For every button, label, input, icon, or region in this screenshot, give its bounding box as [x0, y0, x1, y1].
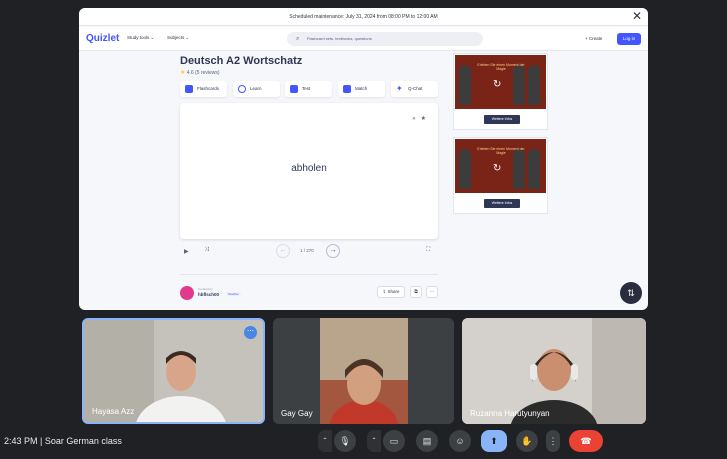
shuffle-icon[interactable]: ⤨ [204, 247, 209, 254]
close-icon[interactable]: ✕ [632, 9, 642, 23]
replay-icon[interactable]: ↻ [493, 79, 501, 90]
share-button[interactable]: ⇪ Share [377, 286, 405, 298]
scroll-arrows-icon[interactable]: ⇅ [620, 282, 642, 304]
mode-label: Q-Chat [408, 86, 423, 91]
copy-button[interactable]: ⧉ [410, 286, 422, 298]
quizlet-header: Quizlet Study tools ⌄ Subjects ⌄ ⌕ Flash… [79, 27, 648, 51]
learn-icon [238, 85, 246, 93]
ad-banner-1[interactable]: Erleben Sie einen Moment der Magie ↻ Wei… [453, 53, 548, 130]
rating-text: 4.6 (5 reviews) [186, 70, 220, 76]
ad-figure [513, 65, 525, 105]
card-controls: ▶ ⤨ ← 1 / 270 → ⛶ [180, 244, 438, 260]
chevron-up-icon[interactable]: ⌃ [367, 430, 381, 452]
more-options-icon[interactable]: ⋮ [546, 430, 560, 452]
participant-name: Gay Gay [281, 409, 313, 418]
card-counter: 1 / 270 [300, 248, 314, 253]
quizlet-logo[interactable]: Quizlet [86, 33, 119, 44]
study-tools-menu[interactable]: Study tools ⌄ [127, 35, 154, 41]
ad-figure [459, 65, 471, 105]
participant-tile[interactable]: ⋯ Hayasa Azz [82, 318, 265, 424]
create-button[interactable]: + Create [585, 36, 602, 41]
share-label: Share [387, 289, 400, 294]
play-icon[interactable]: ▶ [184, 248, 189, 255]
meeting-info: 2:43 PM | Soar German class [4, 436, 122, 446]
microphone-icon[interactable]: 🎙 [334, 430, 356, 452]
mode-label: Test [302, 86, 311, 91]
created-by-label: Created by [198, 287, 213, 291]
search-placeholder: Flashcard sets, textbooks, questions [307, 36, 372, 41]
ad-image: Erleben Sie einen Moment der Magie ↻ [455, 139, 546, 193]
maintenance-banner: Scheduled maintenance: July 31, 2024 fro… [79, 8, 648, 26]
flashcards-icon [185, 85, 193, 93]
star-icon: ★ [180, 70, 186, 76]
avatar[interactable] [180, 286, 194, 300]
participant-name: Hayasa Azz [92, 407, 135, 416]
end-call-icon[interactable]: ☎ [569, 430, 603, 452]
mode-match[interactable]: Match [338, 81, 385, 97]
login-button[interactable]: Log in [617, 33, 641, 45]
mode-label: Flashcards [197, 86, 220, 91]
previous-card-button[interactable]: ← [276, 244, 290, 258]
teacher-badge: Teacher [226, 292, 241, 296]
mode-flashcards[interactable]: Flashcards [180, 81, 227, 97]
subjects-menu[interactable]: Subjects ⌄ [167, 35, 189, 41]
mode-label: Learn [250, 86, 262, 91]
creator-name[interactable]: hbflsch00 [198, 292, 219, 297]
chevron-up-icon[interactable]: ⌃ [318, 430, 332, 452]
more-options-icon[interactable]: ⋯ [244, 326, 257, 339]
fullscreen-icon[interactable]: ⛶ [426, 247, 430, 254]
ad-figure [528, 149, 540, 189]
card-tools: « ★ [412, 115, 426, 122]
mode-qchat[interactable]: ✦ Q-Chat [391, 81, 438, 97]
ad-image: Erleben Sie einen Moment der Magie ↻ [455, 55, 546, 109]
test-icon [290, 85, 298, 93]
card-term: abholen [291, 163, 327, 174]
study-modes: Flashcards Learn Test Match ✦ Q-Chat [180, 81, 438, 97]
shared-screen: Scheduled maintenance: July 31, 2024 fro… [79, 8, 648, 310]
ad-figure [459, 149, 471, 189]
ad-figure [528, 65, 540, 105]
search-input[interactable]: ⌕ Flashcard sets, textbooks, questions [287, 32, 483, 46]
participant-tile[interactable]: Ruzanna Harutyunyan [462, 318, 646, 424]
search-icon: ⌕ [296, 36, 300, 42]
camera-icon[interactable]: ▭ [383, 430, 405, 452]
ad-figure [513, 149, 525, 189]
meet-window: Scheduled maintenance: July 31, 2024 fro… [0, 0, 727, 459]
maintenance-text: Scheduled maintenance: July 31, 2024 fro… [289, 14, 438, 20]
more-options-button[interactable]: ⋯ [426, 286, 438, 298]
mode-test[interactable]: Test [285, 81, 332, 97]
rating: ★ 4.6 (5 reviews) [180, 69, 220, 76]
mode-learn[interactable]: Learn [233, 81, 280, 97]
divider [180, 274, 438, 275]
captions-icon[interactable]: ▤ [416, 430, 438, 452]
replay-icon[interactable]: ↻ [493, 163, 501, 174]
mode-label: Match [355, 86, 368, 91]
ad-button[interactable]: Weitere Infos [484, 115, 520, 124]
emoji-icon[interactable]: ☺ [449, 430, 471, 452]
match-icon [343, 85, 351, 93]
next-card-button[interactable]: → [326, 244, 340, 258]
raise-hand-icon[interactable]: ✋ [516, 430, 538, 452]
ad-button[interactable]: Weitere Infos [484, 199, 520, 208]
present-screen-icon[interactable]: ⬆ [481, 430, 507, 452]
ad-text: Erleben Sie einen Moment der Magie [477, 63, 525, 71]
participant-name: Ruzanna Harutyunyan [470, 409, 550, 418]
set-title: Deutsch A2 Wortschatz [180, 55, 303, 67]
ad-text: Erleben Sie einen Moment der Magie [477, 147, 525, 155]
star-icon[interactable]: ★ [421, 116, 426, 122]
audio-icon[interactable]: « [412, 116, 415, 122]
sparkle-icon: ✦ [396, 84, 403, 93]
participant-tile[interactable]: Gay Gay [273, 318, 454, 424]
flashcard[interactable]: « ★ abholen [180, 103, 438, 239]
ad-banner-2[interactable]: Erleben Sie einen Moment der Magie ↻ Wei… [453, 137, 548, 214]
share-icon: ⇪ [382, 289, 387, 294]
